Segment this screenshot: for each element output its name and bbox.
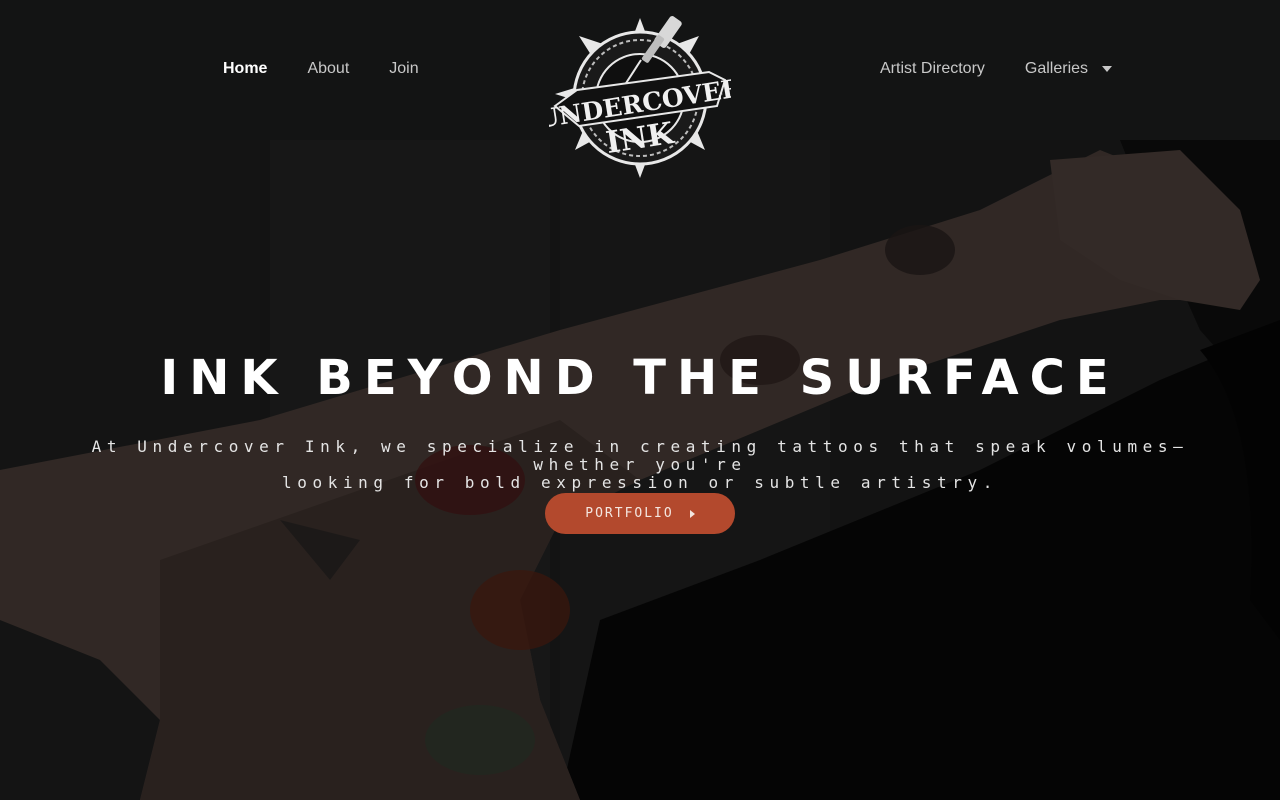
nav-item-join[interactable]: Join — [389, 58, 418, 80]
nav-item-galleries-label: Galleries — [1024, 60, 1089, 77]
primary-nav-left: Home About Join — [223, 58, 419, 80]
primary-nav-right: Artist Directory Galleries — [880, 58, 1113, 80]
nav-item-artist-directory[interactable]: Artist Directory — [880, 58, 985, 80]
nav-item-about[interactable]: About — [307, 58, 349, 80]
hero-headline: INK BEYOND THE SURFACE — [160, 350, 1120, 406]
hero-tagline: At Undercover Ink, we specialize in crea… — [90, 438, 1190, 492]
play-arrow-icon — [689, 509, 695, 518]
nav-item-home[interactable]: Home — [223, 58, 267, 80]
chevron-down-icon — [1102, 65, 1113, 72]
hero-tagline-line-2: looking for bold expression or subtle ar… — [282, 473, 998, 492]
nav-item-galleries[interactable]: Galleries — [1024, 58, 1113, 80]
portfolio-button-label: PORTFOLIO — [585, 506, 674, 521]
hero-tagline-line-1: At Undercover Ink, we specialize in crea… — [91, 437, 1189, 474]
portfolio-button[interactable]: PORTFOLIO — [545, 493, 735, 534]
logo-emblem: UNDERCOVER INK — [535, 16, 744, 178]
site-logo[interactable]: UNDERCOVER INK — [535, 10, 744, 182]
